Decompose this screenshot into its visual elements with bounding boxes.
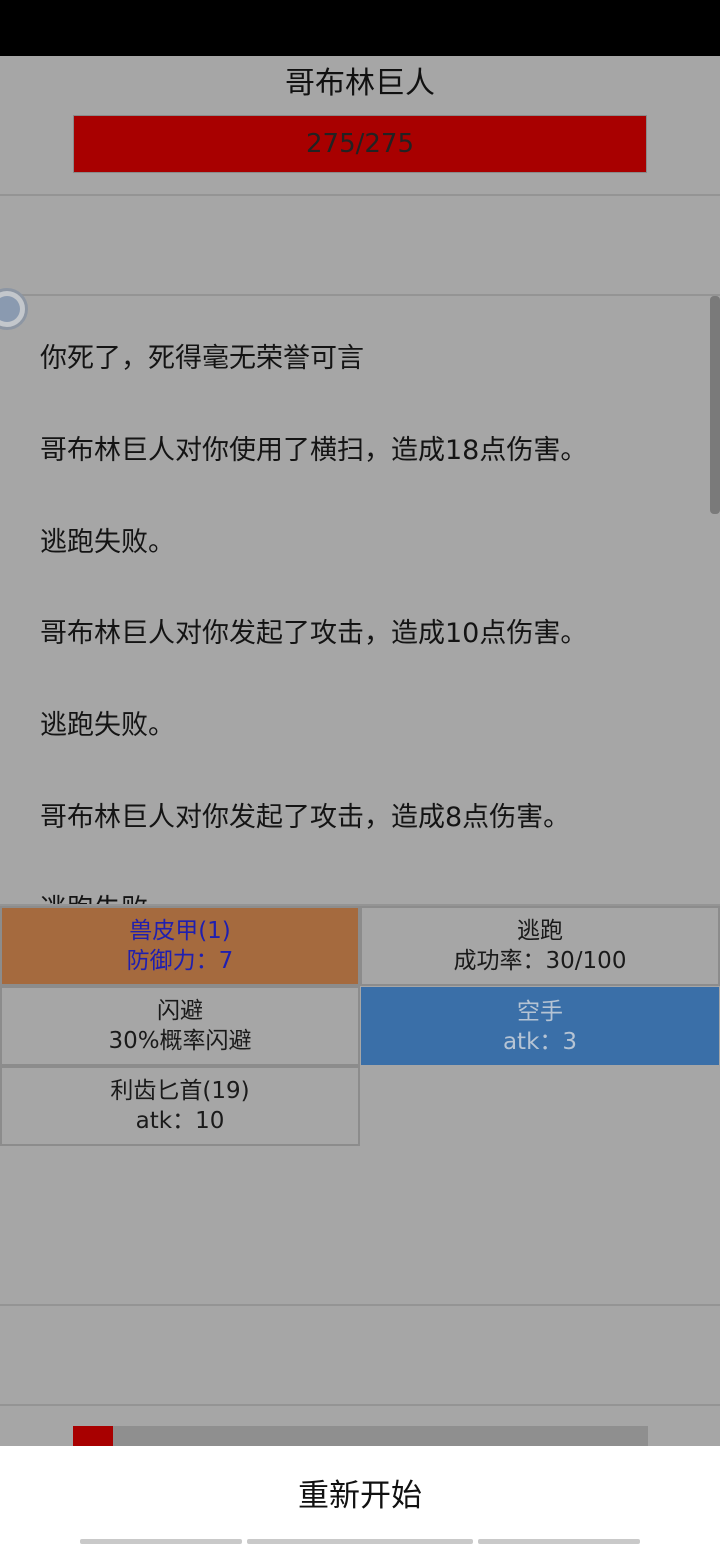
dagger-atk: atk：10 — [135, 1108, 225, 1134]
bare-hands-weapon[interactable]: 空手 atk：3 — [361, 987, 719, 1065]
log-line: 逃跑失败。 — [40, 527, 175, 558]
log-line: 你死了，死得毫无荣誉可言 — [40, 343, 364, 374]
log-line: 哥布林巨人对你使用了横扫，造成18点伤害。 — [40, 435, 588, 466]
nav-handle — [247, 1539, 473, 1544]
flee-rate: 成功率：30/100 — [453, 948, 627, 974]
enemy-hp-text: 275/275 — [305, 129, 414, 159]
armor-slot[interactable]: 兽皮甲(1) 防御力：7 — [0, 906, 360, 986]
armor-stat: 防御力：7 — [126, 948, 234, 974]
nav-handle — [80, 1539, 242, 1544]
bottom-sheet: 重新开始 — [0, 1446, 720, 1544]
flee-button[interactable]: 逃跑 成功率：30/100 — [360, 906, 720, 986]
player-hp-bar — [73, 1426, 648, 1446]
enemy-name: 哥布林巨人 — [285, 66, 435, 101]
battle-log[interactable]: 你死了，死得毫无荣誉可言 哥布林巨人对你使用了横扫，造成18点伤害。 逃跑失败。… — [0, 296, 720, 906]
game-screen: 哥布林巨人 275/275 你死了，死得毫无荣誉可言 哥布林巨人对你使用了横扫，… — [0, 0, 720, 1544]
restart-button[interactable]: 重新开始 — [0, 1470, 720, 1522]
divider — [0, 1304, 720, 1306]
enemy-hp-bar: 275/275 — [73, 115, 647, 173]
flee-label: 逃跑 — [517, 918, 563, 944]
log-scrollbar[interactable] — [710, 296, 720, 514]
dodge-chance: 30%概率闪避 — [108, 1028, 252, 1054]
status-bar — [0, 0, 720, 56]
bare-hands-atk: atk：3 — [502, 1029, 578, 1055]
divider — [0, 1404, 720, 1406]
player-hp-fill — [73, 1426, 114, 1446]
log-line: 哥布林巨人对你发起了攻击，造成8点伤害。 — [40, 802, 571, 833]
bare-hands-label: 空手 — [517, 999, 563, 1025]
armor-name: 兽皮甲(1) — [129, 918, 231, 944]
dagger-label: 利齿匕首(19) — [110, 1078, 250, 1104]
divider — [0, 194, 720, 196]
dagger-weapon[interactable]: 利齿匕首(19) atk：10 — [0, 1066, 360, 1146]
dodge-label: 闪避 — [157, 998, 203, 1024]
nav-handle — [478, 1539, 640, 1544]
dodge-button[interactable]: 闪避 30%概率闪避 — [0, 986, 360, 1066]
log-line: 哥布林巨人对你发起了攻击，造成10点伤害。 — [40, 618, 588, 649]
log-line: 逃跑失败。 — [40, 710, 175, 741]
